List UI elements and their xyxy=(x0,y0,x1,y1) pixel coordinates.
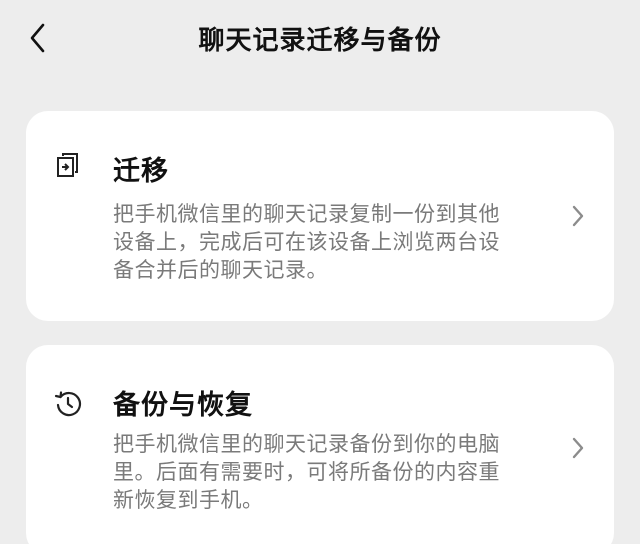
backup-restore-description: 把手机微信里的聊天记录备份到你的电脑里。后面有需要时，可将所备份的内容重新恢复到… xyxy=(113,432,500,512)
chat-migration-backup-screen: 聊天记录迁移与备份 迁移 把手机微信里的聊天记录复制一份到其他设备上，完成后可在… xyxy=(0,0,640,544)
migrate-description: 把手机微信里的聊天记录复制一份到其他设备上，完成后可在该设备上浏览两台设备合并后… xyxy=(113,202,500,282)
page-title: 聊天记录迁移与备份 xyxy=(198,26,442,56)
migrate-title: 迁移 xyxy=(113,156,169,187)
migrate-card[interactable]: 迁移 把手机微信里的聊天记录复制一份到其他设备上，完成后可在该设备上浏览两台设备… xyxy=(26,111,614,321)
migrate-icon xyxy=(53,151,83,181)
navigation-bar: 聊天记录迁移与备份 xyxy=(0,0,640,76)
backup-restore-title: 备份与恢复 xyxy=(113,390,253,421)
backup-restore-card[interactable]: 备份与恢复 把手机微信里的聊天记录备份到你的电脑里。后面有需要时，可将所备份的内… xyxy=(26,345,614,544)
chevron-right-icon xyxy=(568,202,588,230)
history-icon xyxy=(53,388,83,418)
chevron-right-icon xyxy=(568,434,588,462)
